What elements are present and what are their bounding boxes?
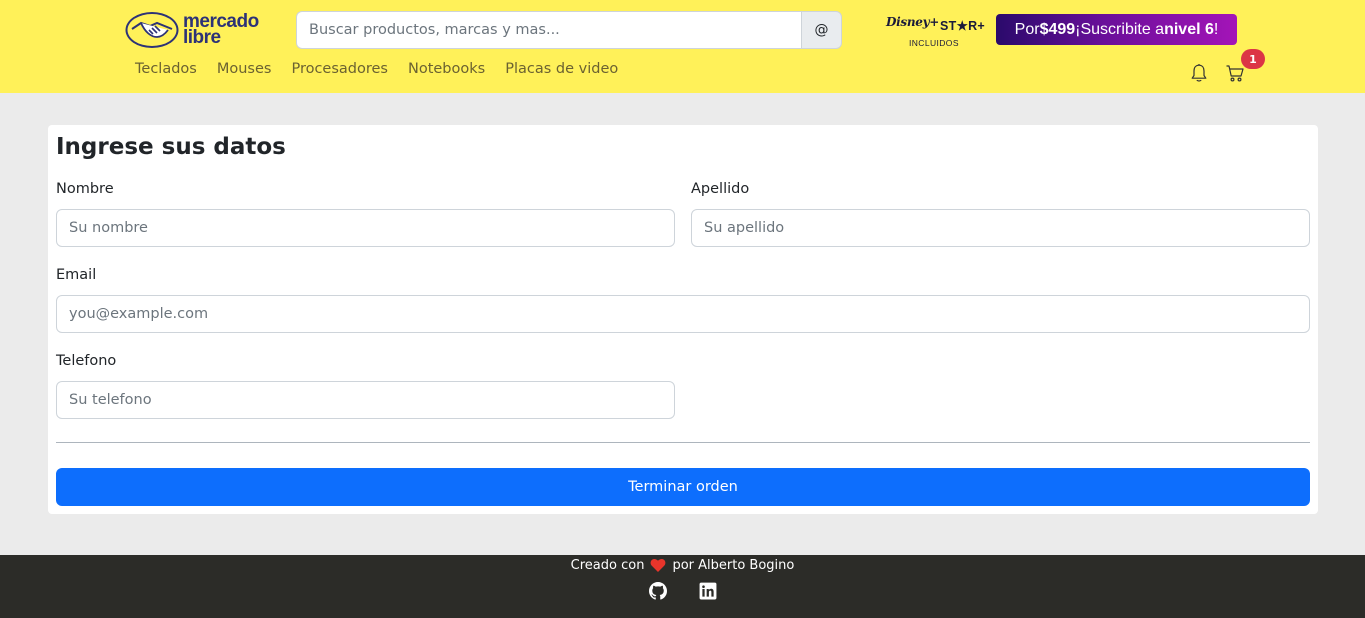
nombre-input[interactable] <box>56 209 675 247</box>
category-nav: Teclados Mouses Procesadores Notebooks P… <box>135 61 618 83</box>
footer-text-before: Creado con <box>570 558 645 573</box>
linkedin-link[interactable] <box>699 582 717 600</box>
nav-item-teclados[interactable]: Teclados <box>135 61 197 83</box>
nav-item-placas-de-video[interactable]: Placas de video <box>505 61 618 83</box>
star-plus-logo: ST★R+ <box>940 19 986 33</box>
nav-item-procesadores[interactable]: Procesadores <box>291 61 388 83</box>
promo-price: $499 <box>1039 20 1076 38</box>
linkedin-icon <box>699 582 716 600</box>
heart-icon <box>651 558 666 572</box>
promo-level: nivel 6 <box>1164 20 1214 38</box>
site-header: mercado libre @ Disney+ ST★R+ INCLUIDOS … <box>0 0 1365 93</box>
email-input[interactable] <box>56 295 1310 333</box>
mercadolibre-logo[interactable]: mercado libre <box>124 9 274 51</box>
logo-text-line2: libre <box>183 27 221 48</box>
footer-text-after: por Alberto Bogino <box>672 558 795 573</box>
apellido-label: Apellido <box>691 181 750 197</box>
promo-suffix: ! <box>1213 20 1219 38</box>
search-input[interactable] <box>296 11 801 49</box>
telefono-input[interactable] <box>56 381 675 419</box>
email-label: Email <box>56 267 97 283</box>
search-bar: @ <box>296 11 842 49</box>
search-button[interactable]: @ <box>801 11 842 49</box>
nombre-label: Nombre <box>56 181 114 197</box>
form-divider <box>56 442 1310 443</box>
telefono-label: Telefono <box>56 353 117 369</box>
included-label: INCLUIDOS <box>909 38 959 48</box>
github-icon <box>648 582 667 600</box>
subscription-promo-button[interactable]: Por $499 ¡Suscribite a nivel 6! <box>996 14 1237 45</box>
checkout-form-card: Ingrese sus datos Nombre Apellido Email … <box>48 125 1318 514</box>
disney-plus-logo: Disney+ <box>886 15 940 29</box>
disney-star-plus-banner[interactable]: Disney+ ST★R+ INCLUIDOS <box>884 13 986 49</box>
cart-icon[interactable] <box>1225 63 1245 83</box>
promo-middle: ¡Suscribite a <box>1075 20 1165 38</box>
form-title: Ingrese sus datos <box>56 134 286 160</box>
bell-icon[interactable] <box>1190 63 1208 83</box>
footer-credits: Creado con por Alberto Bogino <box>0 558 1365 573</box>
promo-prefix: Por <box>1014 20 1040 38</box>
logo-wordmark: mercado libre <box>183 12 259 48</box>
nav-item-notebooks[interactable]: Notebooks <box>408 61 485 83</box>
terminar-orden-button[interactable]: Terminar orden <box>56 468 1310 506</box>
handshake-logo-icon <box>125 12 179 48</box>
github-link[interactable] <box>648 582 667 600</box>
social-links <box>0 582 1365 600</box>
apellido-input[interactable] <box>691 209 1310 247</box>
cart-count-badge: 1 <box>1241 49 1265 69</box>
nav-item-mouses[interactable]: Mouses <box>217 61 272 83</box>
site-footer: Creado con por Alberto Bogino <box>0 555 1365 618</box>
